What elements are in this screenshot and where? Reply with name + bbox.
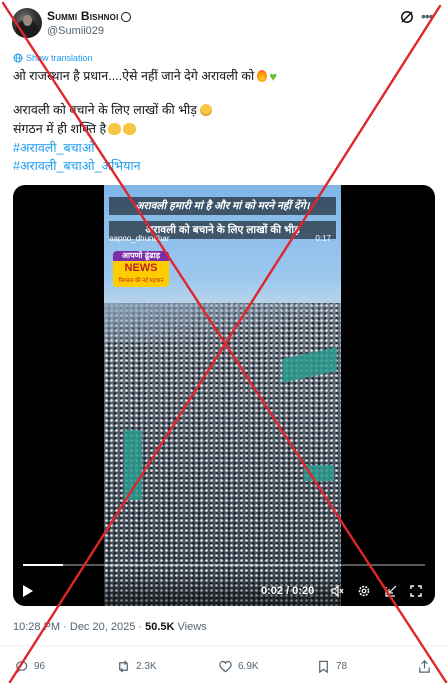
video-player[interactable]: अरावली हमारी मां है और मां को मरने नहीं …	[13, 185, 435, 606]
video-frame-time: 0:17	[315, 234, 331, 243]
reply-icon	[16, 661, 28, 674]
pip-icon[interactable]	[384, 584, 398, 598]
like-icon	[219, 660, 232, 673]
grok-icon[interactable]	[400, 10, 414, 24]
fire-emoji-icon	[257, 70, 268, 82]
post-time[interactable]: 10:28 PM	[13, 621, 60, 633]
settings-icon[interactable]	[357, 584, 371, 598]
bookmark-icon	[319, 660, 328, 674]
repost-icon	[119, 660, 128, 673]
action-bar: 96 2.3K 6.9K 78	[0, 659, 448, 677]
video-progress-bar[interactable]	[23, 564, 425, 566]
divider	[0, 645, 448, 646]
hashtag-link[interactable]: #अरावली_बचाओ_अभियान	[13, 158, 141, 174]
video-caption-top: अरावली हमारी मां है और मां को मरने नहीं …	[109, 197, 336, 215]
like-count: 6.9K	[238, 661, 259, 672]
video-controls	[13, 572, 435, 606]
author-name-text: Summi Bishnoi	[47, 9, 119, 23]
video-frame: अरावली हमारी मां है और मां को मरने नहीं …	[104, 185, 341, 606]
post-line-1: ओ राजस्थान है प्रधान....ऐसे नहीं जाने दे…	[13, 68, 277, 85]
avatar[interactable]	[12, 8, 42, 38]
verified-badge-icon	[120, 11, 131, 22]
show-translation-link[interactable]: Show translation	[13, 53, 93, 63]
post-line-2-text: अरावली को बचाने के लिए लाखों की भीड़	[13, 103, 197, 117]
smiling-halo-emoji-icon	[199, 104, 212, 116]
video-time: 0:02 / 0:20	[261, 585, 315, 597]
views-count: 50.5K	[145, 621, 175, 633]
bookmark-count: 78	[336, 661, 348, 672]
muscle-emoji-icon	[123, 123, 137, 135]
show-translation-label: Show translation	[26, 53, 93, 63]
globe-icon	[13, 53, 23, 63]
bookmark-button[interactable]: 78	[316, 659, 347, 674]
muscle-emoji-icon	[108, 123, 122, 135]
post-line-3: संगठन में ही शक्ति है	[13, 121, 137, 137]
post-meta: 10:28 PM · Dec 20, 2025 · 50.5K Views	[13, 621, 207, 633]
logo-main-text: NEWS	[113, 261, 169, 275]
post-line-2: अरावली को बचाने के लिए लाखों की भीड़	[13, 102, 212, 118]
logo-top-text: आपणो ढूंढाड़	[113, 251, 169, 261]
video-watermark: aapno_dhundhar	[109, 234, 170, 243]
logo-sub-text: विरासत की नई पहचान	[113, 275, 169, 287]
share-button[interactable]	[417, 659, 432, 674]
hashtag-link[interactable]: #अरावली_बचाओ	[13, 140, 95, 156]
author-handle[interactable]: @Sumii029	[47, 25, 104, 37]
volume-icon[interactable]	[330, 584, 344, 598]
views-label: Views	[177, 621, 207, 633]
like-button[interactable]: 6.9K	[218, 659, 259, 674]
post-date[interactable]: Dec 20, 2025	[70, 621, 135, 633]
green-heart-emoji-icon: ♥	[269, 69, 277, 84]
fullscreen-icon[interactable]	[409, 584, 423, 598]
more-icon[interactable]: •••	[421, 8, 434, 24]
share-icon	[419, 660, 430, 673]
repost-count: 2.3K	[136, 661, 157, 672]
author-name[interactable]: Summi Bishnoi	[47, 9, 131, 23]
news-channel-logo: आपणो ढूंढाड़ NEWS विरासत की नई पहचान	[113, 251, 169, 287]
video-progress-fill	[23, 564, 64, 566]
post-line-1-text: ओ राजस्थान है प्रधान....ऐसे नहीं जाने दे…	[13, 69, 255, 83]
repost-button[interactable]: 2.3K	[116, 659, 157, 674]
play-icon[interactable]	[23, 585, 33, 597]
post-line-3-text: संगठन में ही शक्ति है	[13, 122, 107, 136]
reply-button[interactable]: 96	[14, 659, 45, 674]
tweet: Summi Bishnoi @Sumii029 ••• Show transla…	[0, 0, 448, 685]
reply-count: 96	[34, 661, 46, 672]
